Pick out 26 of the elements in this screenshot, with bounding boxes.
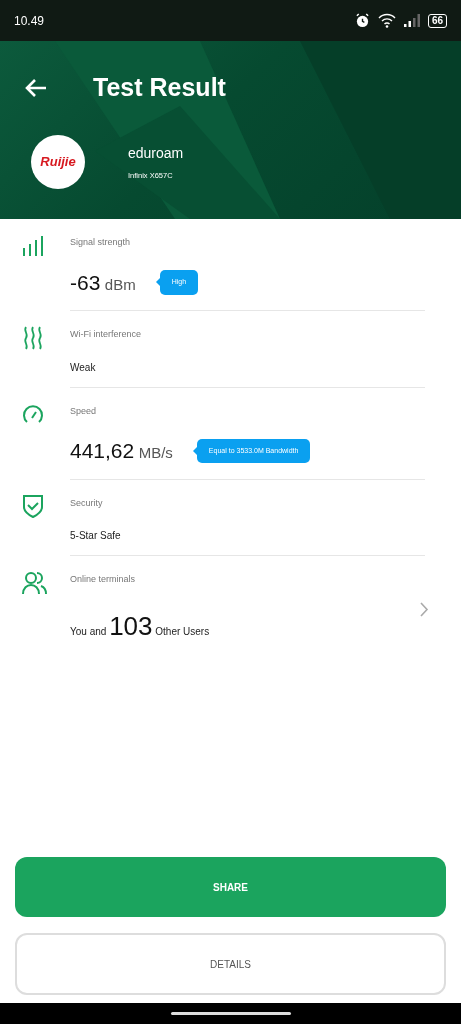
chevron-right-icon[interactable] xyxy=(420,601,429,617)
back-icon[interactable] xyxy=(24,78,48,98)
measurement: 441,62 MB/s xyxy=(70,438,173,464)
shield-check-icon xyxy=(22,494,44,519)
clock-time: 10.49 xyxy=(14,12,45,30)
row-value: Weak xyxy=(70,360,97,375)
details-button[interactable]: DETAILS xyxy=(15,933,446,995)
wifi-icon xyxy=(377,13,396,28)
network-name: eduroam xyxy=(128,143,184,163)
speedometer-icon xyxy=(22,404,44,425)
signal-bars-icon xyxy=(22,235,44,256)
row-label: Signal strength xyxy=(70,236,132,249)
row-label: Wi-Fi interference xyxy=(70,328,142,341)
battery-indicator: 66 xyxy=(427,13,447,28)
row-value: You and 103 Other Users xyxy=(70,609,211,643)
measurement: -63 dBm xyxy=(70,269,136,296)
wave-lines-icon xyxy=(22,325,44,350)
signal-icon xyxy=(403,14,420,27)
row-label: Online terminals xyxy=(70,573,137,586)
alarm-icon xyxy=(354,13,370,28)
row-label: Speed xyxy=(70,404,98,418)
row-value: 5-Star Safe xyxy=(70,529,122,543)
row-label: Security xyxy=(70,496,104,510)
users-icon xyxy=(22,570,48,595)
logo: Ruijie xyxy=(31,135,85,189)
page-title: Test Result xyxy=(93,72,226,104)
